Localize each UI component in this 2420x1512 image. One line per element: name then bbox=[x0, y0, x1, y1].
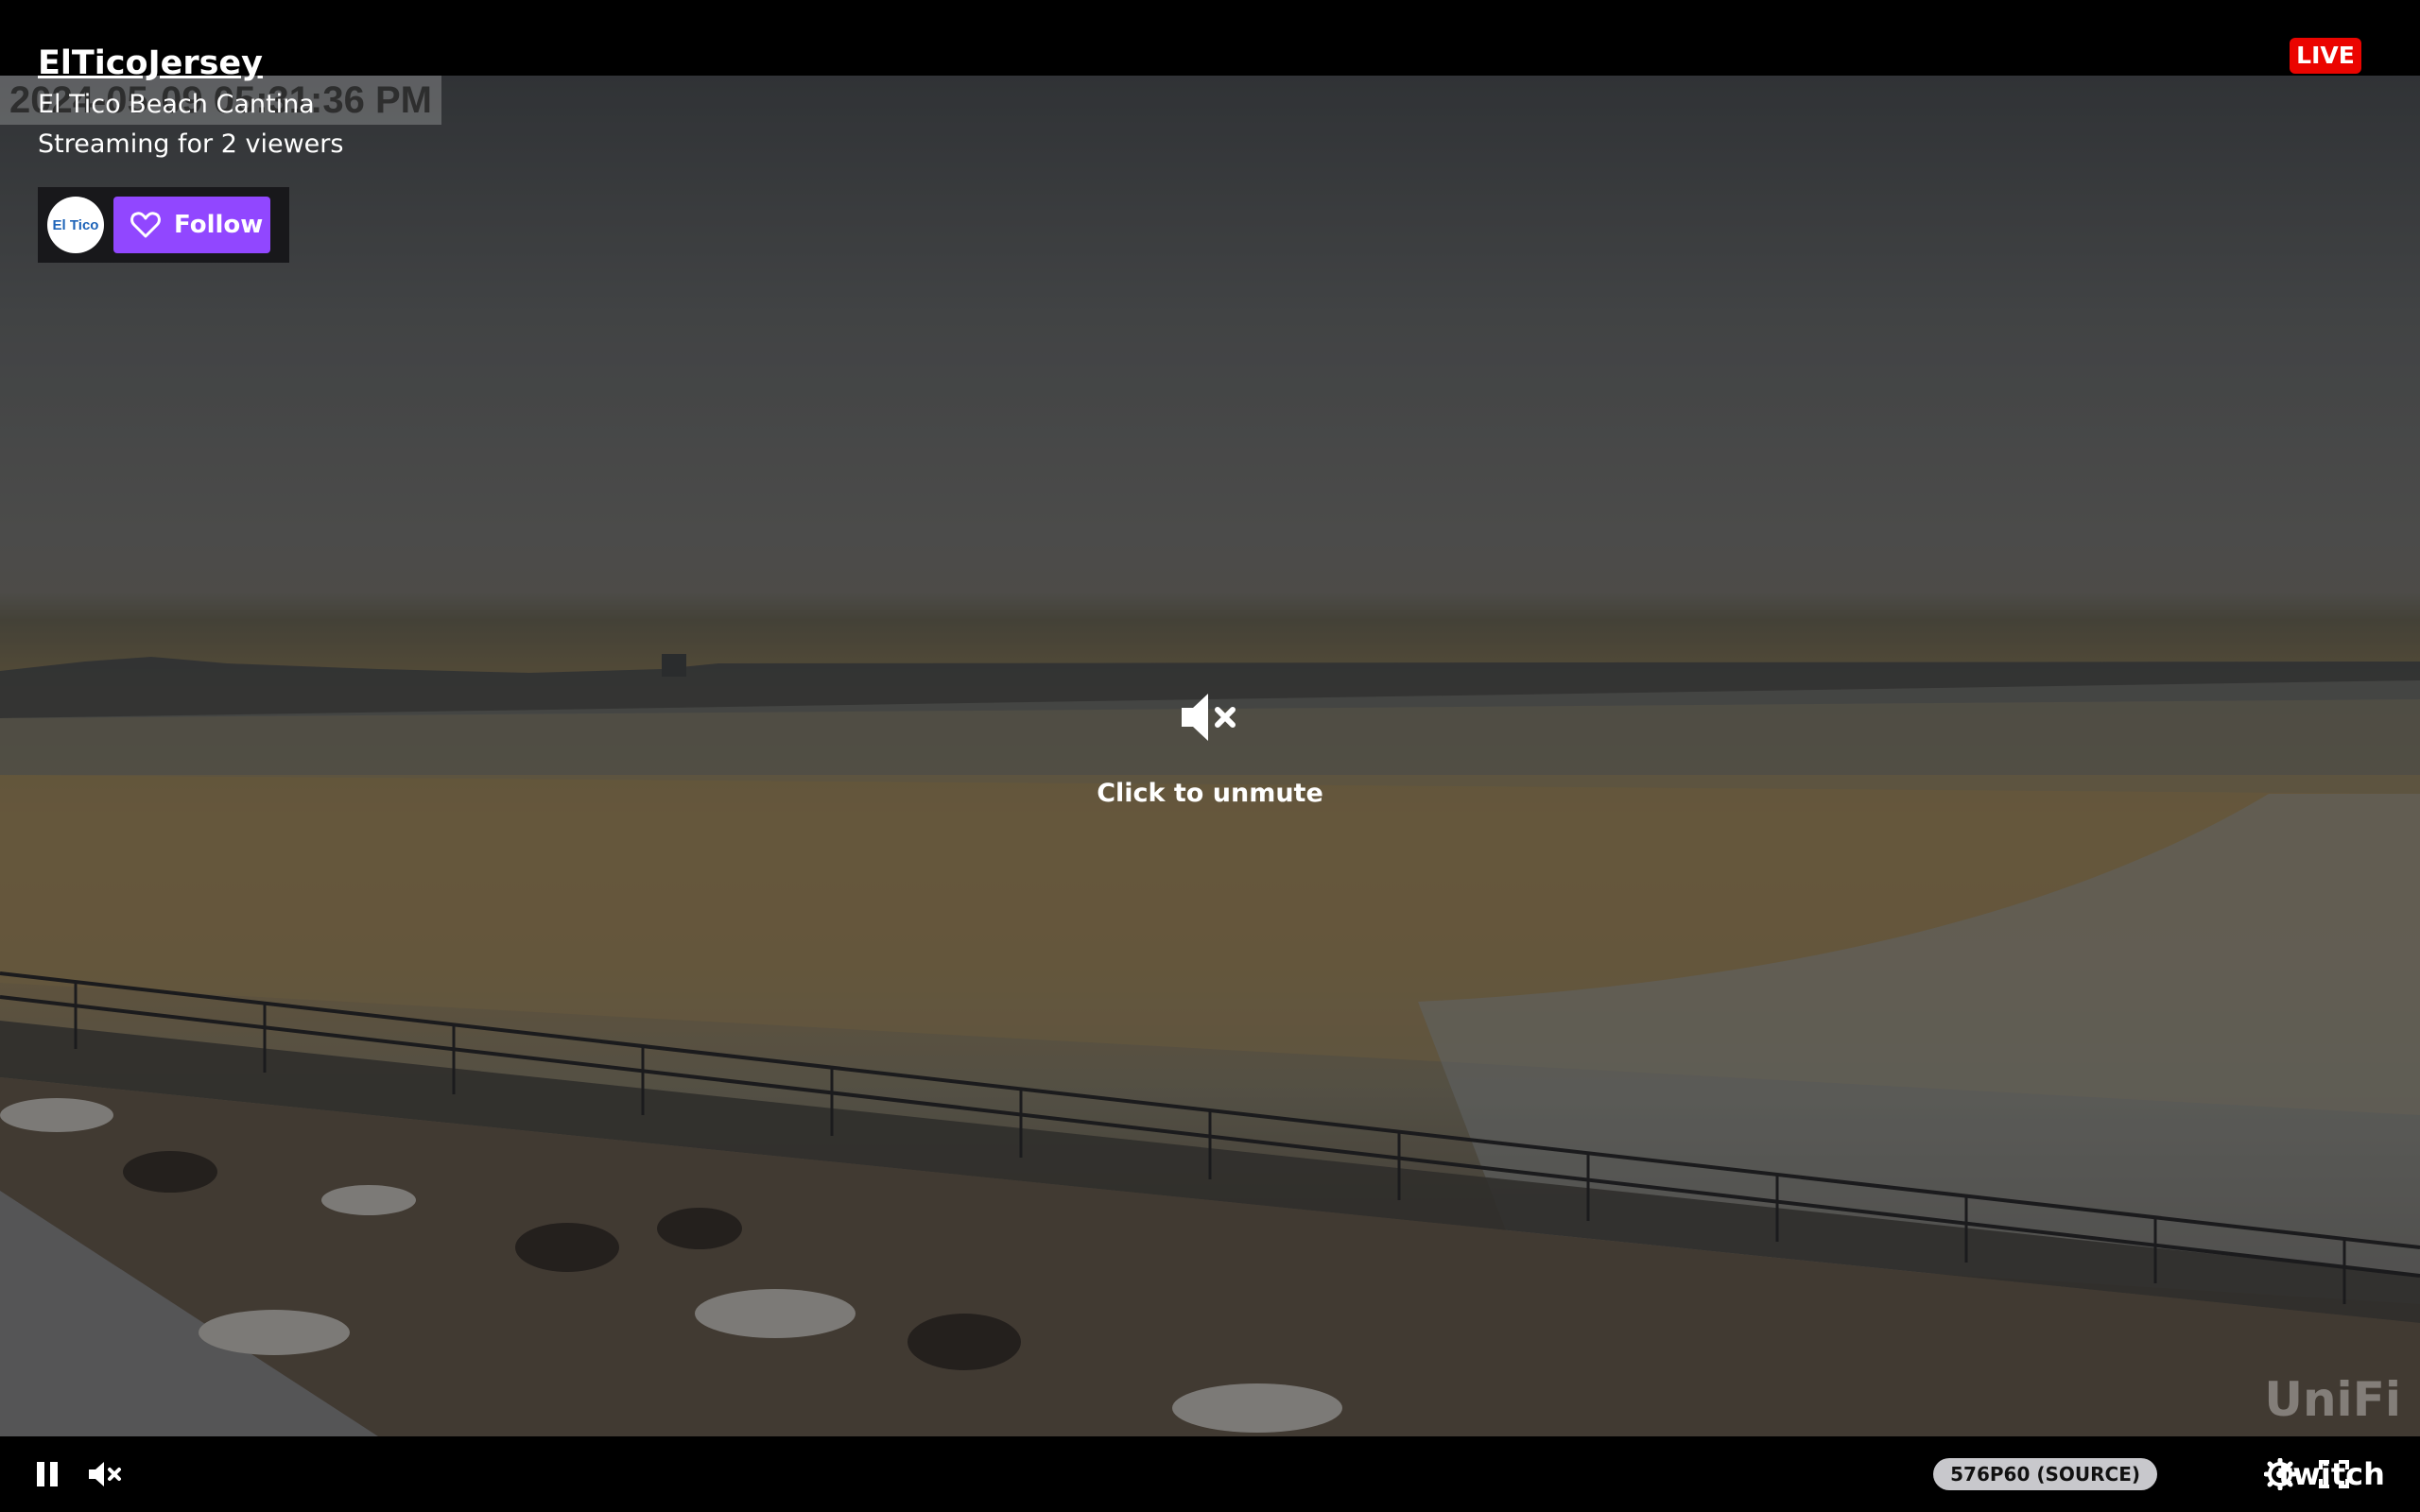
twitch-logo[interactable]: twitch bbox=[2276, 1436, 2394, 1512]
avatar-logo-text: El Tico bbox=[52, 216, 99, 233]
twitch-logo-icon: twitch bbox=[2278, 1456, 2385, 1492]
channel-avatar[interactable]: El Tico bbox=[47, 197, 104, 253]
volume-muted-icon bbox=[89, 1462, 121, 1486]
follow-panel: El Tico Follow bbox=[38, 187, 289, 263]
channel-name-link[interactable]: ElTicoJersey bbox=[38, 42, 343, 85]
mute-button[interactable] bbox=[81, 1436, 129, 1512]
pause-button[interactable] bbox=[25, 1436, 70, 1512]
heart-icon bbox=[130, 212, 161, 238]
stream-title: El Tico Beach Cantina bbox=[38, 90, 315, 119]
unmute-label: Click to unmute bbox=[1097, 779, 1323, 808]
viewer-count: Streaming for 2 viewers bbox=[38, 129, 344, 159]
camera-watermark: UniFi bbox=[2264, 1372, 2401, 1427]
player-controls: 576P60 (SOURCE) twitch bbox=[0, 1436, 2420, 1512]
brand-wordmark: twitch bbox=[2278, 1456, 2385, 1492]
volume-muted-icon bbox=[1182, 694, 1236, 741]
quality-badge[interactable]: 576P60 (SOURCE) bbox=[1933, 1458, 2157, 1490]
follow-label: Follow bbox=[174, 211, 264, 239]
click-to-unmute[interactable]: Click to unmute bbox=[1021, 690, 1399, 832]
live-badge: LIVE bbox=[2290, 38, 2361, 74]
pause-icon bbox=[37, 1462, 58, 1486]
channel-info: ElTicoJersey El Tico Beach Cantina Strea… bbox=[38, 42, 343, 164]
follow-button[interactable]: Follow bbox=[113, 197, 270, 253]
video-player[interactable]: 2024-05-09 05:31:36 PM UniFi ElTicoJerse… bbox=[0, 0, 2420, 1512]
player-top-bar bbox=[0, 0, 2420, 76]
